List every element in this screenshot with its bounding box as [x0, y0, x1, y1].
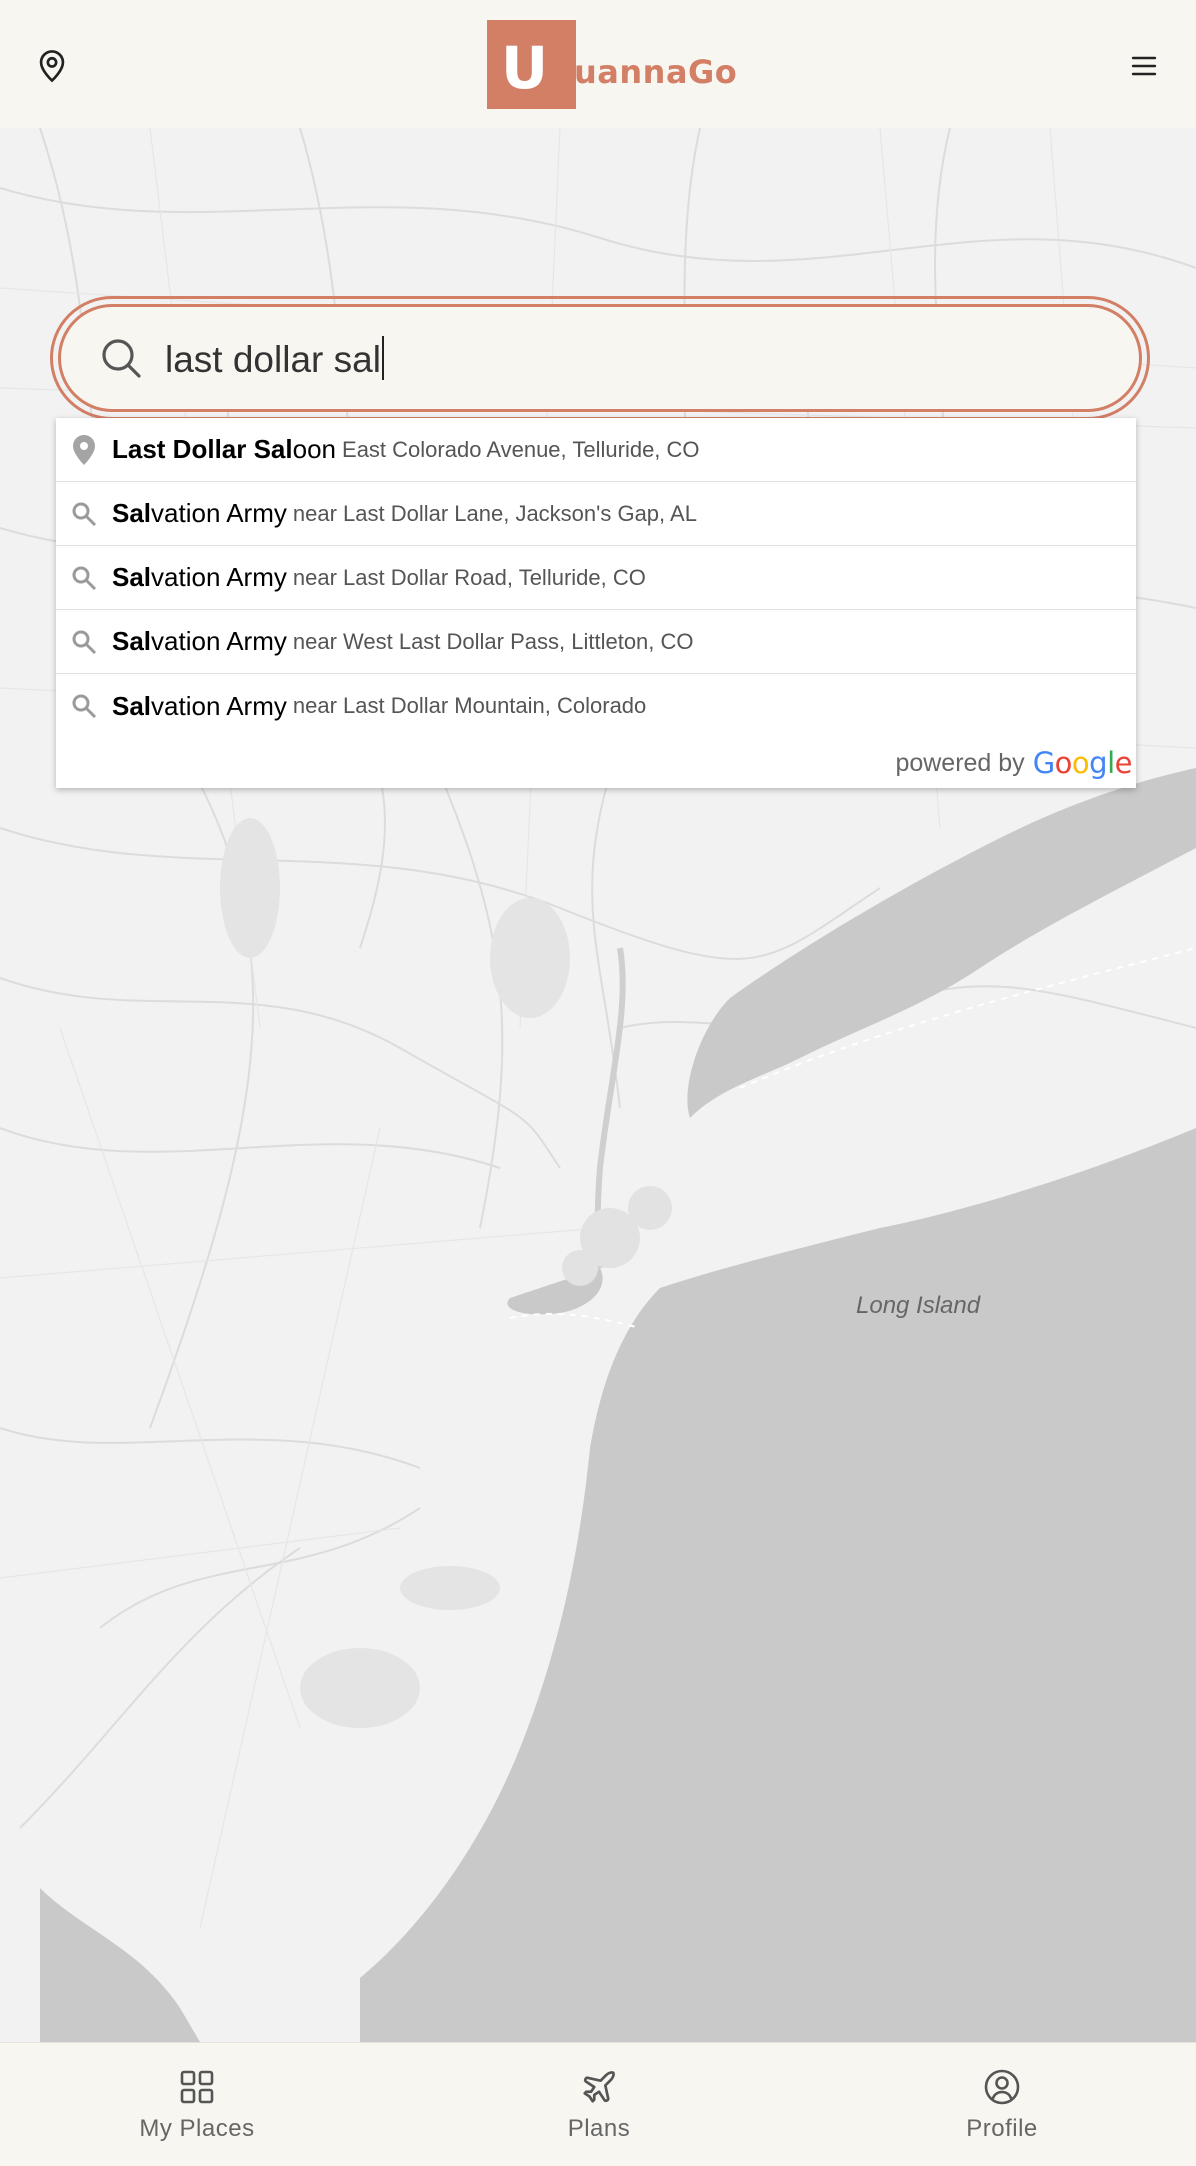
suggestion-match: Sal	[112, 498, 152, 528]
place-pin-icon	[68, 434, 100, 466]
search-icon	[68, 690, 100, 722]
suggestion-match: Last Dollar Sal	[112, 434, 293, 464]
grid-icon	[177, 2067, 217, 2107]
suggestion-item[interactable]: Salvation Army near Last Dollar Lane, Ja…	[56, 482, 1136, 546]
google-logo: Google	[1032, 746, 1133, 780]
suggestion-match: Sal	[112, 626, 152, 656]
search-icon	[68, 626, 100, 658]
map-place-label: Long Island	[856, 1292, 981, 1319]
suggestion-item[interactable]: Salvation Army near Last Dollar Mountain…	[56, 674, 1136, 738]
suggestion-secondary: near Last Dollar Lane, Jackson's Gap, AL	[292, 500, 697, 526]
suggestion-rest: vation Army	[151, 562, 287, 592]
map-pin-icon	[39, 50, 65, 83]
suggestion-secondary: near Last Dollar Road, Telluride, CO	[292, 564, 646, 590]
suggestion-item[interactable]: Salvation Army near West Last Dollar Pas…	[56, 610, 1136, 674]
suggestion-rest: oon	[292, 434, 337, 464]
suggestion-rest: vation Army	[151, 498, 287, 528]
nav-label: My Places	[139, 2115, 255, 2142]
suggestion-secondary: East Colorado Avenue, Telluride, CO	[342, 436, 700, 462]
nav-plans[interactable]: Plans	[489, 2043, 709, 2166]
logo-letter: U	[500, 33, 549, 102]
search-input-value: last dollar sal	[165, 338, 381, 380]
suggestion-rest: vation Army	[151, 690, 287, 721]
powered-by-google: powered by Google	[56, 738, 1136, 788]
user-circle-icon	[982, 2067, 1022, 2107]
nav-label: Profile	[966, 2115, 1038, 2142]
nav-my-places[interactable]: My Places	[87, 2043, 307, 2166]
suggestion-match: Sal	[112, 562, 152, 592]
app-header: U uannaGo	[0, 0, 1196, 128]
search-box[interactable]: last dollar sal	[50, 296, 1150, 420]
search-icon	[68, 562, 100, 594]
nav-label: Plans	[567, 2115, 631, 2142]
app-logo[interactable]: U uannaGo	[487, 20, 737, 109]
suggestion-match: Sal	[112, 690, 152, 721]
text-caret	[381, 335, 384, 380]
search-input[interactable]: last dollar sal	[165, 335, 1065, 381]
autocomplete-dropdown: Last Dollar Saloon East Colorado Avenue,…	[56, 418, 1136, 788]
suggestion-item[interactable]: Last Dollar Saloon East Colorado Avenue,…	[56, 418, 1136, 482]
search-field-container[interactable]: last dollar sal	[58, 304, 1142, 412]
menu-button[interactable]	[1122, 44, 1166, 88]
powered-by-text: powered by	[895, 748, 1025, 777]
hamburger-menu-icon	[1131, 56, 1157, 76]
location-button[interactable]	[30, 44, 74, 88]
search-icon	[68, 498, 100, 530]
bottom-navigation: My Places Plans Profile	[0, 2042, 1196, 2166]
nav-profile[interactable]: Profile	[892, 2043, 1112, 2166]
suggestion-secondary: near Last Dollar Mountain, Colorado	[292, 693, 647, 718]
suggestion-secondary: near West Last Dollar Pass, Littleton, C…	[292, 628, 694, 654]
search-icon	[97, 334, 145, 382]
logo-mark: U	[487, 20, 576, 109]
airplane-icon	[579, 2067, 619, 2107]
suggestion-rest: vation Army	[151, 626, 287, 656]
logo-wordmark: uannaGo	[574, 53, 738, 91]
suggestion-item[interactable]: Salvation Army near Last Dollar Road, Te…	[56, 546, 1136, 610]
